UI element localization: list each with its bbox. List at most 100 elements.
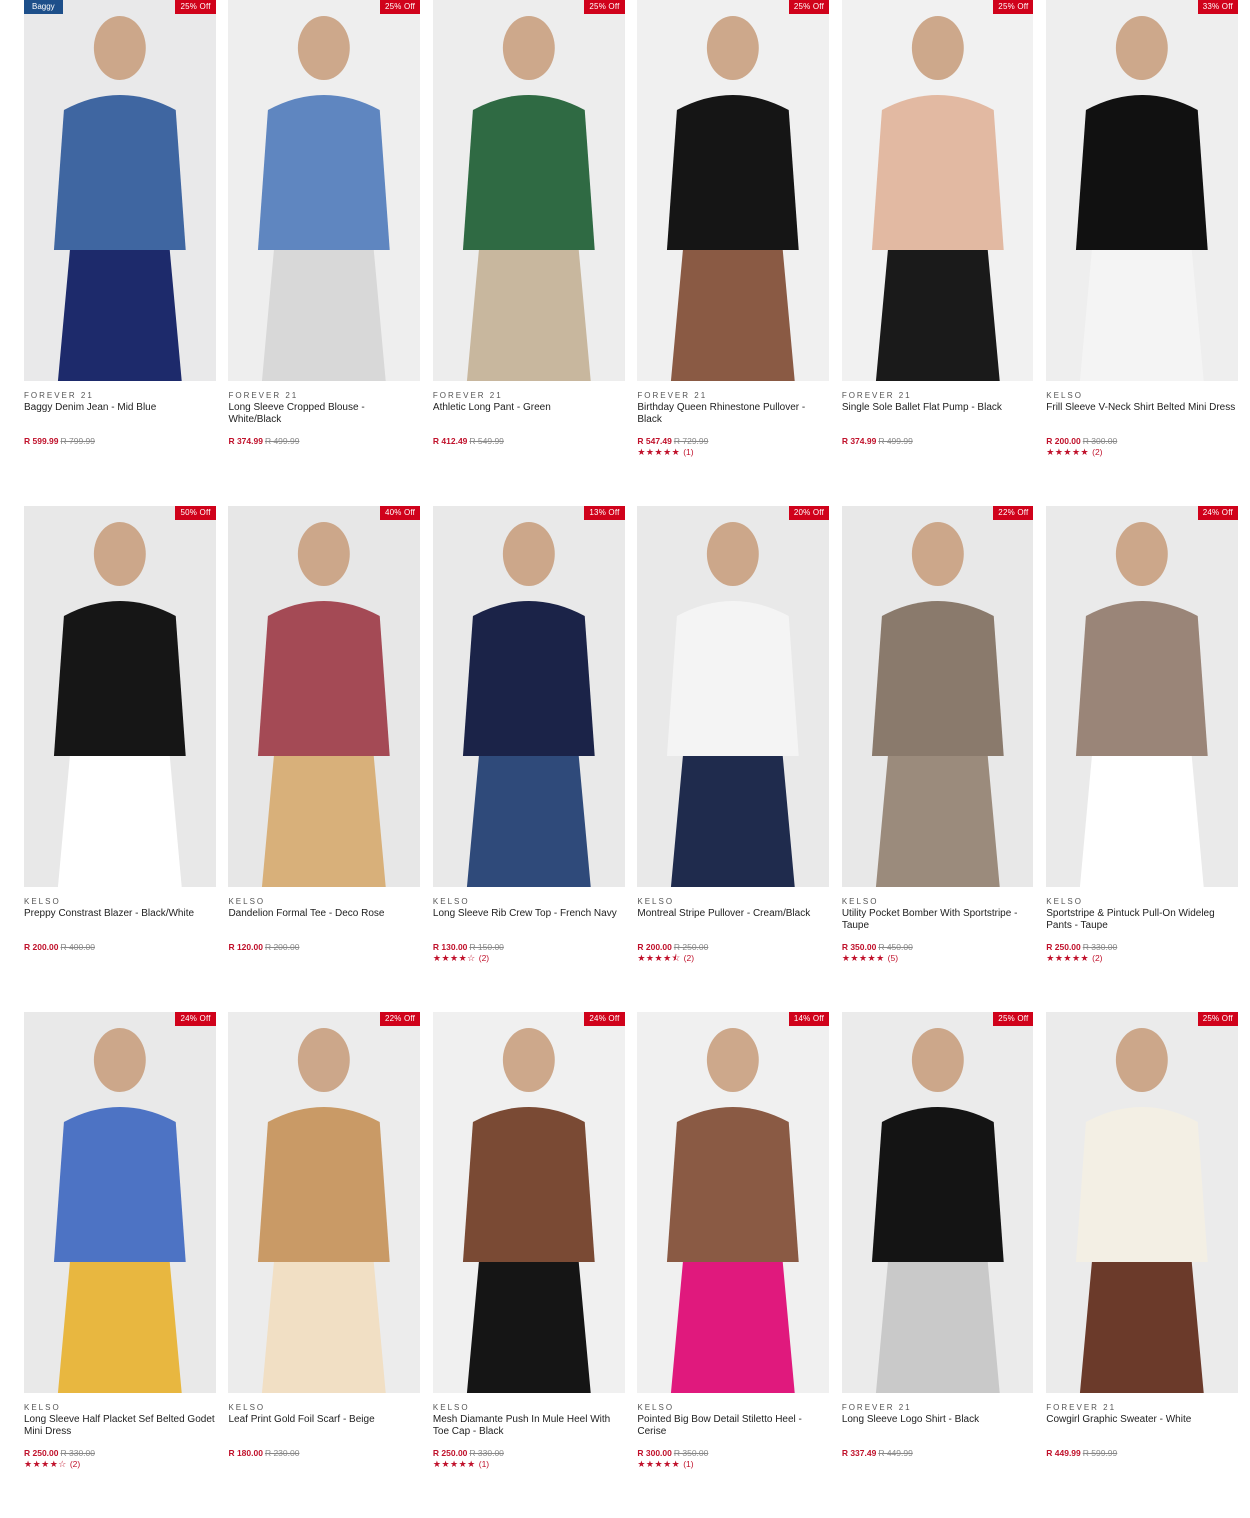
product-brand: KELSO — [228, 1403, 266, 1412]
product-card[interactable]: 24% Off KELSO Mesh Diamante Push In Mule H… — [432, 1012, 625, 1518]
product-image[interactable]: 13% Off — [432, 506, 625, 887]
original-price: R 449.99 — [878, 1448, 913, 1458]
sale-price: R 300.00 — [637, 1448, 672, 1458]
product-name-link[interactable]: Birthday Queen Rhinestone Pullover - Bla… — [637, 402, 829, 428]
star-rating-icon: ★★★★★ — [432, 1460, 476, 1470]
product-name-link[interactable]: Long Sleeve Rib Crew Top - French Navy — [433, 908, 625, 934]
product-name-link[interactable]: Athletic Long Pant - Green — [433, 402, 625, 428]
product-name-link[interactable]: Utility Pocket Bomber With Sportstripe -… — [842, 908, 1034, 934]
star-rating-icon: ★★★★★ — [841, 954, 885, 964]
product-image[interactable]: 25% Off — [637, 0, 830, 381]
product-card[interactable]: 25% Off FOREVER 21 Long Sleeve Logo Shirt … — [841, 1012, 1034, 1518]
product-name-link[interactable]: Cowgirl Graphic Sweater - White — [1046, 1414, 1238, 1440]
product-card[interactable]: 25% Off FOREVER 21 Long Sleeve Cropped Blo… — [228, 0, 421, 506]
product-name-link[interactable]: Montreal Stripe Pullover - Cream/Black — [637, 908, 829, 934]
rating[interactable]: ★★★★★ (5) — [842, 953, 1034, 965]
product-image[interactable]: 25% Off — [841, 1012, 1034, 1393]
discount-badge: 22% Off — [993, 506, 1034, 520]
product-card[interactable]: 14% Off KELSO Pointed Big Bow Detail Stile… — [637, 1012, 830, 1518]
rating[interactable]: ★★★★⯪ (2) — [637, 953, 829, 965]
rating[interactable]: ★★★★★ (2) — [1046, 447, 1238, 459]
product-name-link[interactable]: Pointed Big Bow Detail Stiletto Heel - C… — [637, 1414, 829, 1440]
sale-price: R 250.00 — [24, 1448, 59, 1458]
product-image[interactable]: 25% Off — [841, 0, 1034, 381]
product-image[interactable]: 14% Off — [637, 1012, 830, 1393]
star-rating-icon: ★★★★★ — [637, 1460, 681, 1470]
product-card[interactable]: 24% Off KELSO Long Sleeve Half Placket Sef… — [24, 1012, 216, 1518]
product-card[interactable]: 22% Off KELSO Utility Pocket Bomber With S… — [841, 506, 1034, 1012]
product-card[interactable]: 25% Off FOREVER 21 Cowgirl Graphic Sweater… — [1046, 1012, 1238, 1518]
product-card[interactable]: 25% Off FOREVER 21 Single Sole Ballet Flat… — [841, 0, 1034, 506]
discount-badge: 24% Off — [1197, 506, 1238, 520]
product-name-link[interactable]: Leaf Print Gold Foil Scarf - Beige — [228, 1414, 420, 1440]
sale-price: R 547.49 — [637, 436, 672, 446]
product-name-link[interactable]: Long Sleeve Logo Shirt - Black — [842, 1414, 1034, 1440]
rating[interactable]: ★★★★☆ (2) — [24, 1459, 216, 1471]
product-image[interactable]: 22% Off — [841, 506, 1034, 887]
product-name-link[interactable]: Mesh Diamante Push In Mule Heel With Toe… — [433, 1414, 625, 1440]
product-brand: FOREVER 21 — [841, 391, 912, 400]
rating[interactable]: ★★★★★ (1) — [637, 447, 829, 459]
product-photo — [24, 506, 216, 887]
review-count: (2) — [683, 953, 695, 963]
sale-price: R 337.49 — [841, 1448, 877, 1458]
product-image[interactable]: 40% Off — [228, 506, 421, 887]
product-image[interactable]: 25% Off — [1046, 1012, 1238, 1393]
product-card[interactable]: 50% Off KELSO Preppy Constrast Blazer - Bl… — [24, 506, 216, 1012]
product-card[interactable]: 20% Off KELSO Montreal Stripe Pullover - C… — [637, 506, 830, 1012]
product-photo — [841, 506, 1034, 887]
price-row: R 120.00 R 200.00 — [228, 942, 420, 952]
product-name-link[interactable]: Baggy Denim Jean - Mid Blue — [24, 402, 216, 428]
star-rating-icon: ★★★★☆ — [432, 954, 476, 964]
product-photo — [24, 1012, 216, 1393]
product-image[interactable]: 24% Off — [24, 1012, 216, 1393]
product-image[interactable]: 22% Off — [228, 1012, 421, 1393]
discount-badge: 22% Off — [379, 1012, 421, 1026]
product-brand: KELSO — [432, 1403, 470, 1412]
product-name-link[interactable]: Sportstripe & Pintuck Pull-On Wideleg Pa… — [1046, 908, 1238, 934]
product-card[interactable]: 22% Off KELSO Leaf Print Gold Foil Scarf -… — [228, 1012, 421, 1518]
original-price: R 549.99 — [469, 436, 504, 446]
rating[interactable]: ★★★★★ (1) — [433, 1459, 625, 1471]
original-price: R 230.00 — [264, 1448, 300, 1458]
product-brand: FOREVER 21 — [24, 391, 94, 400]
product-brand: KELSO — [637, 1403, 675, 1412]
product-image[interactable]: 25% Off — [228, 0, 421, 381]
rating[interactable]: ★★★★★ (1) — [637, 1459, 829, 1471]
original-price: R 350.00 — [673, 1448, 709, 1458]
product-name-link[interactable]: Frill Sleeve V-Neck Shirt Belted Mini Dr… — [1046, 402, 1238, 428]
product-name-link[interactable]: Dandelion Formal Tee - Deco Rose — [228, 908, 420, 934]
product-card[interactable]: 13% Off KELSO Long Sleeve Rib Crew Top - F… — [432, 506, 625, 1012]
review-count: (2) — [1092, 953, 1103, 963]
product-image[interactable]: 24% Off — [1046, 506, 1238, 887]
price-row: R 337.49 R 449.99 — [842, 1448, 1034, 1458]
discount-badge: 25% Off — [1197, 1012, 1238, 1026]
product-image[interactable]: 25% Off Baggy — [24, 0, 216, 381]
product-photo — [637, 0, 830, 381]
original-price: R 150.00 — [469, 942, 504, 952]
product-image[interactable]: 25% Off — [432, 0, 625, 381]
product-image[interactable]: 50% Off — [24, 506, 216, 887]
product-brand: KELSO — [228, 897, 266, 906]
product-card[interactable]: 25% Off Baggy FOREVER 21 Baggy Denim Jean -… — [24, 0, 216, 506]
product-name-link[interactable]: Long Sleeve Cropped Blouse - White/Black — [228, 402, 420, 428]
product-image[interactable]: 33% Off — [1046, 0, 1238, 381]
product-name-link[interactable]: Preppy Constrast Blazer - Black/White — [24, 908, 216, 934]
product-image[interactable]: 24% Off — [432, 1012, 625, 1393]
product-grid: 25% Off Baggy FOREVER 21 Baggy Denim Jean -… — [24, 0, 1238, 1518]
product-card[interactable]: 40% Off KELSO Dandelion Formal Tee - Deco … — [228, 506, 421, 1012]
original-price: R 330.00 — [60, 1448, 96, 1458]
product-name-link[interactable]: Long Sleeve Half Placket Sef Belted Gode… — [24, 1414, 216, 1440]
rating[interactable]: ★★★★☆ (2) — [433, 953, 625, 965]
product-card[interactable]: 25% Off FOREVER 21 Birthday Queen Rhinesto… — [637, 0, 830, 506]
sale-price: R 374.99 — [228, 436, 263, 446]
product-image[interactable]: 20% Off — [637, 506, 830, 887]
product-card[interactable]: 24% Off KELSO Sportstripe & Pintuck Pull-O… — [1046, 506, 1238, 1012]
rating[interactable]: ★★★★★ (2) — [1046, 953, 1238, 965]
product-name-link[interactable]: Single Sole Ballet Flat Pump - Black — [842, 402, 1034, 428]
product-photo — [1046, 506, 1238, 887]
discount-badge: 25% Off — [379, 0, 421, 14]
product-card[interactable]: 33% Off KELSO Frill Sleeve V-Neck Shirt Be… — [1046, 0, 1238, 506]
discount-badge: 25% Off — [993, 1012, 1034, 1026]
product-card[interactable]: 25% Off FOREVER 21 Athletic Long Pant - Gr… — [432, 0, 625, 506]
